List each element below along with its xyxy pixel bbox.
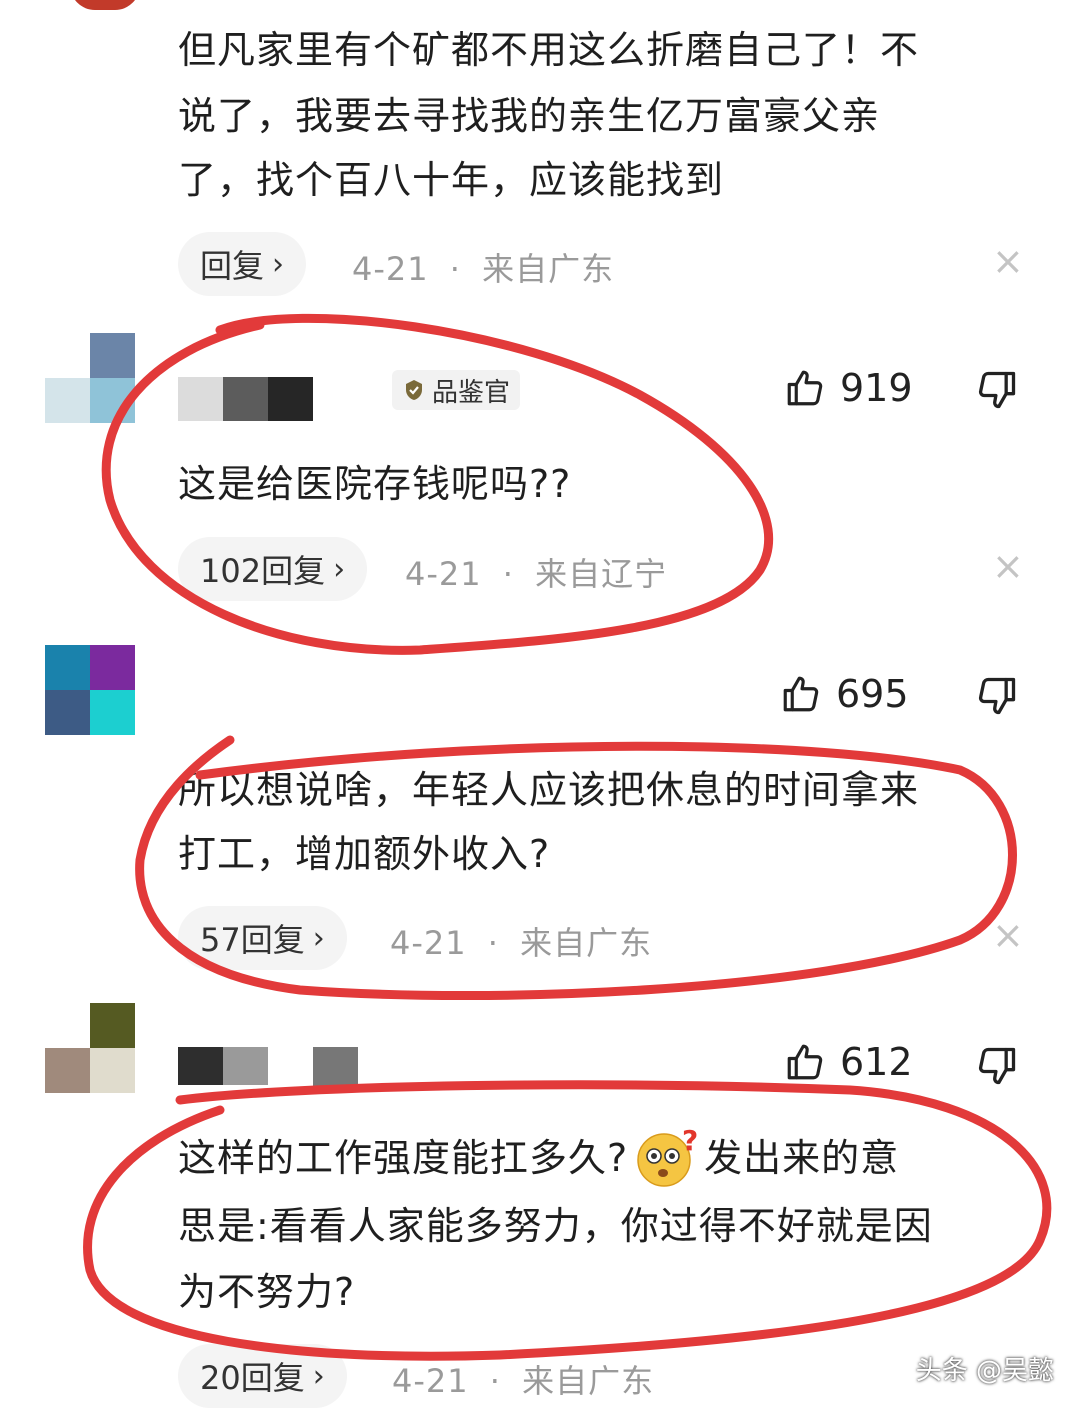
reply-label: 回复 [200,247,265,285]
comment-meta: 4-21 · 来自辽宁 [405,549,667,595]
username-blurred[interactable] [178,377,313,421]
comment-date: 4-21 [390,924,467,962]
thumbs-down-icon[interactable] [975,1044,1019,1088]
comment-3-text-line-3: 为不努力? [178,1270,356,1314]
reply-button[interactable]: 57回复 › [178,906,347,970]
comment-location: 来自广东 [482,250,615,288]
comment-3-text-line-1b: 发出来的意 [704,1136,900,1180]
verified-badge-icon [406,380,422,400]
thumbs-down-icon[interactable] [975,368,1019,412]
comment-date: 4-21 [392,1362,469,1400]
close-icon[interactable]: × [992,242,1024,280]
reply-button[interactable]: 102回复 › [178,537,368,601]
comment-0-text-line-3: 了，找个百八十年，应该能找到 [178,158,725,202]
meta-separator: · [449,250,461,288]
meta-separator: · [489,1362,501,1400]
comment-location: 来自广东 [522,1362,655,1400]
badge-label: 品鉴官 [432,377,511,408]
comment-location: 来自辽宁 [535,555,668,593]
like-button[interactable]: 919 [784,366,913,410]
reply-label: 20回复 [200,1359,305,1397]
comment-3-text-line-2: 思是:看看人家能多努力，你过得不好就是因 [178,1204,933,1248]
chevron-right-icon: › [272,246,285,282]
thumbs-up-icon [783,676,819,712]
like-count: 612 [840,1040,913,1084]
comment-3-text-line-1: 这样的工作强度能扛多久? ? 发出来的意 [178,1126,899,1190]
comment-location: 来自广东 [520,924,653,962]
comment-date: 4-21 [405,555,482,593]
like-count: 695 [836,672,909,716]
comment-2-text-line-2: 打工，增加额外收入? [178,832,551,876]
badge-pinjianguan: 品鉴官 [392,370,521,410]
comment-meta: 4-21 · 来自广东 [390,918,652,964]
chevron-right-icon: › [333,551,346,587]
reply-label: 102回复 [200,552,326,590]
avatar[interactable] [45,333,135,423]
username-blurred[interactable] [178,1047,358,1091]
comment-meta: 4-21 · 来自广东 [352,244,614,290]
like-button[interactable]: 695 [780,672,909,716]
like-count: 919 [840,366,913,410]
comment-2-text-line-1: 所以想说啥，年轻人应该把休息的时间拿来 [178,768,920,812]
comment-0-text-line-2: 说了，我要去寻找我的亲生亿万富豪父亲 [178,94,881,138]
chevron-right-icon: › [312,1358,325,1394]
avatar-top-partial[interactable] [70,0,140,10]
close-icon[interactable]: × [992,916,1024,954]
reply-button[interactable]: 20回复 › [178,1344,347,1408]
avatar[interactable] [45,645,135,735]
thumbs-up-icon [787,370,823,406]
watermark: 头条 @吴懿 [915,1356,1054,1386]
meta-separator: · [502,555,514,593]
close-icon[interactable]: × [992,547,1024,585]
comment-0-text-line-1: 但凡家里有个矿都不用这么折磨自己了！不 [178,28,920,72]
reply-button[interactable]: 回复 › [178,232,307,296]
comment-3-text-line-1a: 这样的工作强度能扛多久? [178,1136,629,1180]
puzzled-face-emoji-icon: ? [637,1128,698,1187]
comment-1-text: 这是给医院存钱呢吗?? [178,462,572,506]
comment-meta: 4-21 · 来自广东 [392,1356,654,1402]
comment-date: 4-21 [352,250,429,288]
reply-label: 57回复 [200,921,305,959]
svg-text:?: ? [682,1128,698,1157]
avatar[interactable] [45,1003,135,1093]
meta-separator: · [487,924,499,962]
thumbs-down-icon[interactable] [975,674,1019,718]
like-button[interactable]: 612 [784,1040,913,1084]
thumbs-up-icon [787,1044,823,1080]
chevron-right-icon: › [312,920,325,956]
